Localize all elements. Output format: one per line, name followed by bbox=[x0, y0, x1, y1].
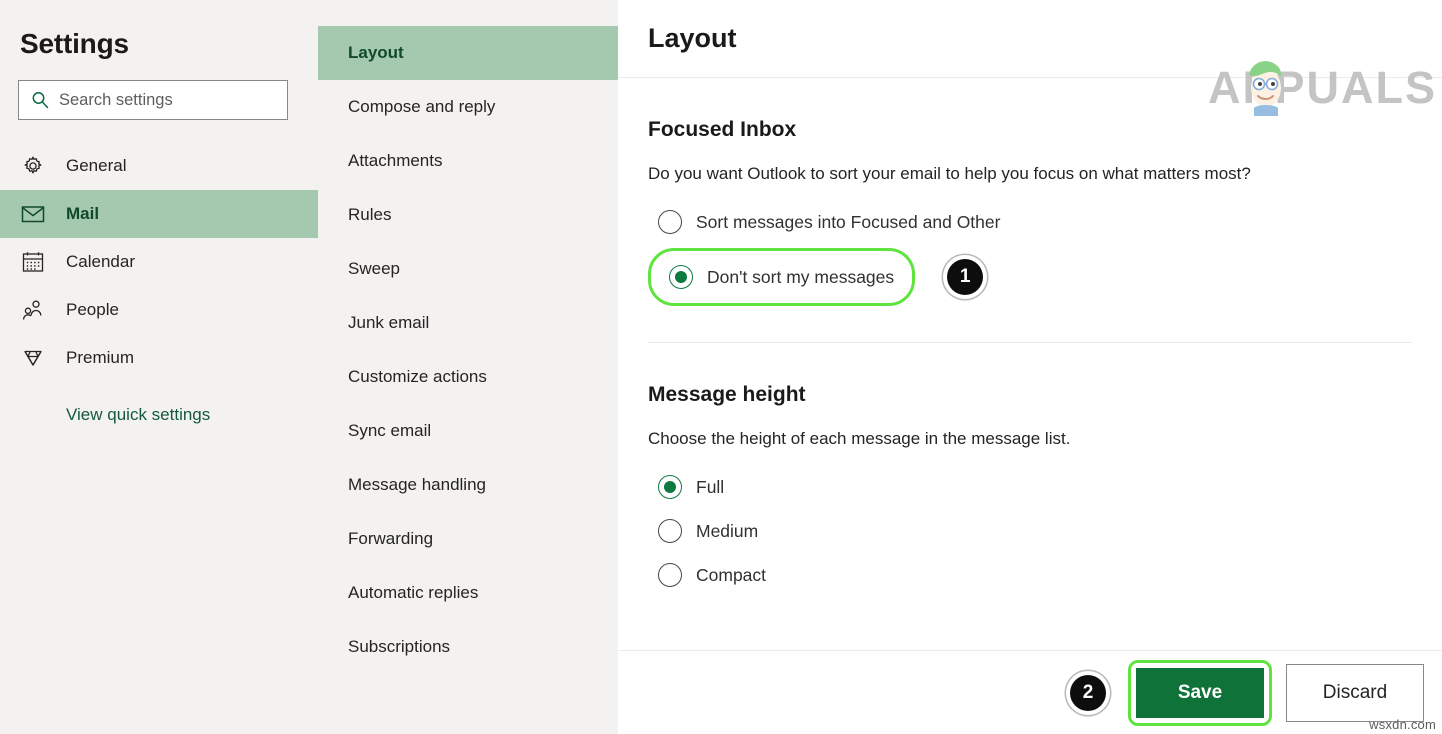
panel-footer: 2 Save Discard bbox=[618, 650, 1442, 734]
radio-circle-icon bbox=[658, 210, 682, 234]
settings-sidebar: Settings General bbox=[0, 0, 318, 734]
radio-full[interactable]: Full bbox=[648, 465, 1412, 509]
search-icon bbox=[29, 89, 51, 111]
green-highlight-box: Don't sort my messages bbox=[648, 248, 915, 306]
sidebar-nav: General Mail bbox=[0, 142, 318, 382]
radio-compact[interactable]: Compact bbox=[648, 553, 1412, 597]
focused-inbox-heading: Focused Inbox bbox=[648, 118, 1412, 142]
nav-item-compose-and-reply[interactable]: Compose and reply bbox=[318, 80, 618, 134]
people-icon bbox=[20, 297, 46, 323]
sidebar-item-label: Mail bbox=[66, 204, 99, 224]
message-height-description: Choose the height of each message in the… bbox=[648, 429, 1412, 449]
diamond-icon bbox=[20, 345, 46, 371]
sidebar-item-calendar[interactable]: Calendar bbox=[0, 238, 318, 286]
radio-circle-selected-icon bbox=[658, 475, 682, 499]
sidebar-item-label: General bbox=[66, 156, 126, 176]
view-quick-settings-link[interactable]: View quick settings bbox=[0, 398, 318, 432]
nav-item-rules[interactable]: Rules bbox=[318, 188, 618, 242]
annotation-badge-2: 2 bbox=[1070, 675, 1106, 711]
highlighted-option-row: Don't sort my messages 1 bbox=[648, 248, 1412, 306]
focused-inbox-description: Do you want Outlook to sort your email t… bbox=[648, 164, 1412, 184]
radio-label: Compact bbox=[696, 565, 766, 586]
sidebar-item-premium[interactable]: Premium bbox=[0, 334, 318, 382]
sidebar-item-mail[interactable]: Mail bbox=[0, 190, 318, 238]
message-height-radio-group: Full Medium Compact bbox=[648, 465, 1412, 597]
layout-settings-panel: Layout Focused Inbox Do you want Outlook… bbox=[618, 0, 1442, 734]
sidebar-item-label: People bbox=[66, 300, 119, 320]
discard-button[interactable]: Discard bbox=[1286, 664, 1424, 722]
nav-item-automatic-replies[interactable]: Automatic replies bbox=[318, 566, 618, 620]
nav-item-forwarding[interactable]: Forwarding bbox=[318, 512, 618, 566]
nav-item-junk-email[interactable]: Junk email bbox=[318, 296, 618, 350]
panel-title: Layout bbox=[648, 23, 737, 54]
radio-sort-focused-and-other[interactable]: Sort messages into Focused and Other bbox=[648, 200, 1412, 244]
radio-circle-icon bbox=[658, 519, 682, 543]
sidebar-item-label: Calendar bbox=[66, 252, 135, 272]
save-button[interactable]: Save bbox=[1136, 668, 1264, 718]
sidebar-item-people[interactable]: People bbox=[0, 286, 318, 334]
radio-medium[interactable]: Medium bbox=[648, 509, 1412, 553]
sidebar-item-label: Premium bbox=[66, 348, 134, 368]
nav-item-attachments[interactable]: Attachments bbox=[318, 134, 618, 188]
site-watermark: wsxdn.com bbox=[1369, 717, 1436, 732]
panel-body: Focused Inbox Do you want Outlook to sor… bbox=[618, 78, 1442, 650]
radio-label: Don't sort my messages bbox=[707, 267, 894, 288]
page-title: Settings bbox=[0, 0, 318, 60]
radio-label: Sort messages into Focused and Other bbox=[696, 212, 1000, 233]
green-highlight-box-save: Save bbox=[1128, 660, 1272, 726]
radio-dont-sort-my-messages[interactable]: Don't sort my messages bbox=[659, 255, 894, 299]
envelope-icon bbox=[20, 201, 46, 227]
search-settings-box[interactable] bbox=[18, 80, 288, 120]
gear-icon bbox=[20, 153, 46, 179]
nav-item-sync-email[interactable]: Sync email bbox=[318, 404, 618, 458]
section-divider bbox=[648, 342, 1412, 343]
focused-inbox-radio-group: Sort messages into Focused and Other Don… bbox=[648, 200, 1412, 306]
nav-item-layout[interactable]: Layout bbox=[318, 26, 618, 80]
mail-settings-nav: Layout Compose and reply Attachments Rul… bbox=[318, 0, 618, 734]
radio-circle-selected-icon bbox=[669, 265, 693, 289]
radio-label: Medium bbox=[696, 521, 758, 542]
calendar-icon bbox=[20, 249, 46, 275]
annotation-badge-1: 1 bbox=[947, 259, 983, 295]
radio-circle-icon bbox=[658, 563, 682, 587]
radio-label: Full bbox=[696, 477, 724, 498]
message-height-heading: Message height bbox=[648, 383, 1412, 407]
sidebar-item-general[interactable]: General bbox=[0, 142, 318, 190]
nav-item-message-handling[interactable]: Message handling bbox=[318, 458, 618, 512]
search-input[interactable] bbox=[59, 91, 277, 110]
nav-item-sweep[interactable]: Sweep bbox=[318, 242, 618, 296]
panel-header: Layout bbox=[618, 0, 1442, 78]
settings-window: Settings General bbox=[0, 0, 1442, 734]
nav-item-subscriptions[interactable]: Subscriptions bbox=[318, 620, 618, 674]
nav-item-customize-actions[interactable]: Customize actions bbox=[318, 350, 618, 404]
